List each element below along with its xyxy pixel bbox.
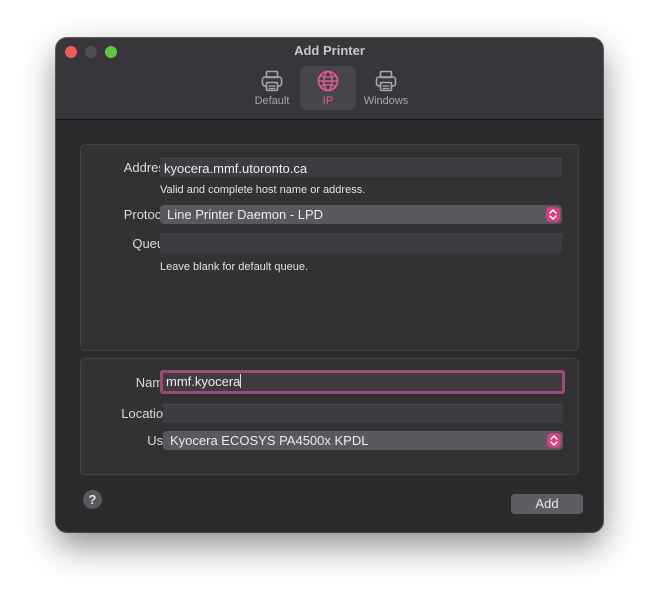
add-button[interactable]: Add: [511, 494, 583, 514]
windows-printer-icon: [375, 70, 397, 92]
up-down-chevron-icon: [546, 207, 560, 222]
tab-windows[interactable]: Windows: [358, 66, 414, 110]
connection-panel: Address: kyocera.mmf.utoronto.ca Valid a…: [80, 144, 579, 351]
tab-default[interactable]: Default: [244, 66, 300, 110]
name-label: Name:: [135, 375, 174, 390]
tab-default-label: Default: [254, 95, 290, 107]
use-select[interactable]: Kyocera ECOSYS PA4500x KPDL: [163, 431, 563, 450]
help-button[interactable]: ?: [83, 490, 102, 509]
up-down-chevron-icon: [547, 433, 561, 448]
protocol-select-value: Line Printer Daemon - LPD: [167, 207, 324, 222]
details-panel: Name: mmf.kyocera Location: Use: Kyocera…: [80, 358, 579, 475]
add-printer-window: Add Printer Default IP Windows Address: …: [56, 38, 603, 532]
tab-windows-label: Windows: [363, 95, 409, 107]
location-input[interactable]: [163, 404, 563, 423]
queue-hint: Leave blank for default queue.: [160, 261, 309, 273]
address-hint: Valid and complete host name or address.: [160, 184, 366, 196]
window-title: Add Printer: [294, 43, 365, 58]
address-input[interactable]: kyocera.mmf.utoronto.ca: [160, 158, 562, 177]
queue-input[interactable]: [160, 234, 562, 253]
titlebar: Add Printer Default IP Windows: [56, 38, 603, 120]
tab-ip-label: IP: [322, 95, 334, 107]
name-input-value: mmf.kyocera: [166, 374, 241, 389]
tab-ip[interactable]: IP: [300, 66, 356, 110]
text-cursor: [240, 374, 242, 388]
use-select-value: Kyocera ECOSYS PA4500x KPDL: [170, 433, 369, 448]
name-input[interactable]: mmf.kyocera: [160, 370, 565, 394]
globe-icon: [317, 70, 339, 92]
location-label: Location:: [121, 406, 174, 421]
use-label: Use:: [147, 433, 174, 448]
protocol-select[interactable]: Line Printer Daemon - LPD: [160, 205, 562, 224]
printer-icon: [261, 70, 283, 92]
